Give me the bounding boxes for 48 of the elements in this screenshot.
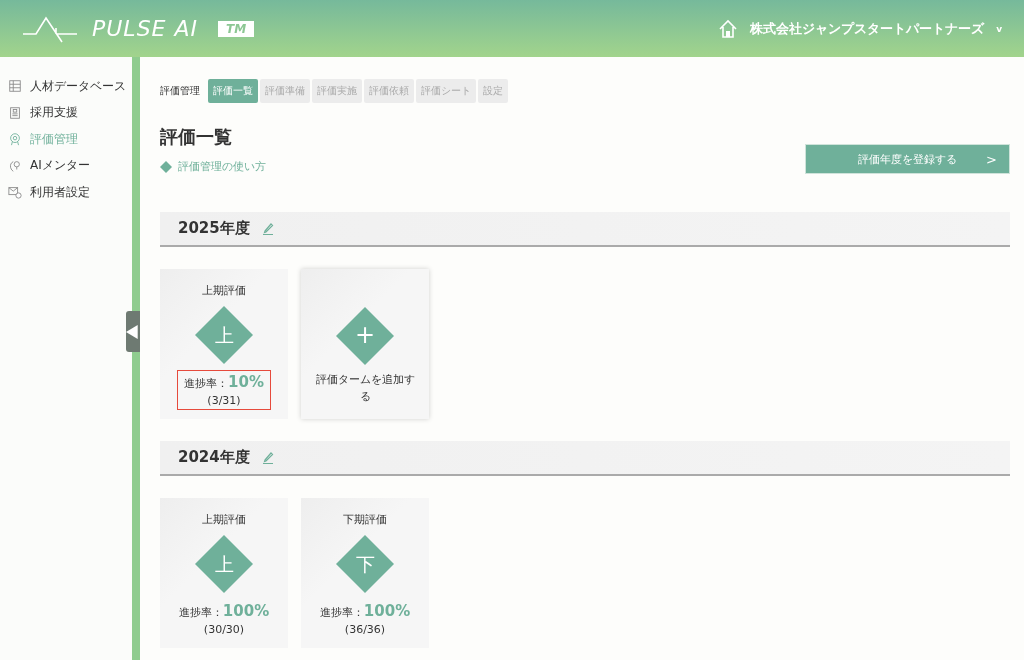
term-card[interactable]: 上期評価 上 進捗率：10% (3/31)	[160, 269, 288, 419]
breadcrumb-label: 評価管理	[160, 84, 200, 98]
register-year-button[interactable]: 評価年度を登録する >	[805, 144, 1010, 174]
progress-label: 進捗率：	[178, 605, 223, 620]
add-term-label: 評価タームを追加する	[314, 372, 416, 405]
trademark-badge: TM	[218, 20, 255, 37]
sidebar-item[interactable]: AIメンター	[8, 152, 132, 179]
logo-text: PULSE AI	[92, 16, 199, 41]
sidebar-item[interactable]: 利用者設定	[8, 179, 132, 206]
help-icon	[160, 160, 172, 173]
diamond-badge: +	[336, 307, 394, 365]
add-term-card[interactable]: + 評価タームを追加する	[301, 269, 429, 419]
edit-icon[interactable]	[261, 222, 274, 235]
progress-count: (3/31)	[207, 394, 241, 407]
diamond-badge: 上	[195, 306, 253, 364]
table-icon	[8, 79, 22, 94]
year-title: 2025年度	[178, 219, 250, 238]
diamond-badge: 上	[195, 535, 253, 593]
progress-count: (30/30)	[203, 623, 245, 636]
sidebar-item[interactable]: 人材データベース	[8, 73, 132, 100]
tab[interactable]: 評価一覧	[208, 79, 258, 103]
collapse-handle[interactable]	[126, 311, 140, 352]
document-icon	[8, 105, 22, 120]
sidebar-item[interactable]: 採用支援	[8, 99, 132, 126]
term-title: 上期評価	[202, 283, 246, 298]
help-link[interactable]: 評価管理の使い方	[178, 159, 266, 174]
progress-percent: 100%	[363, 602, 411, 620]
progress-label: 進捗率：	[319, 605, 364, 620]
progress-percent: 100%	[222, 602, 270, 620]
progress-label: 進捗率：	[184, 376, 229, 391]
company-name[interactable]: 株式会社ジャンプスタートパートナーズ	[750, 19, 985, 38]
term-card[interactable]: 上期評価 上 進捗率：100% (30/30)	[160, 498, 288, 648]
sidebar-item[interactable]: 評価管理	[8, 126, 132, 153]
person-icon	[8, 158, 22, 173]
page-title: 評価一覧	[160, 125, 233, 149]
progress-count: (36/36)	[344, 623, 386, 636]
term-card[interactable]: 下期評価 下 進捗率：100% (36/36)	[301, 498, 429, 648]
progress-percent: 10%	[228, 373, 264, 391]
home-icon[interactable]	[718, 18, 739, 39]
award-icon	[8, 132, 22, 147]
tab[interactable]: 設定	[478, 79, 508, 103]
year-title: 2024年度	[178, 448, 250, 467]
dropdown-caret[interactable]: v	[996, 23, 1002, 34]
mail-gear-icon	[8, 185, 22, 200]
term-title: 上期評価	[202, 512, 246, 527]
diamond-badge: 下	[336, 535, 394, 593]
term-title: 下期評価	[343, 512, 387, 527]
edit-icon[interactable]	[261, 451, 274, 464]
